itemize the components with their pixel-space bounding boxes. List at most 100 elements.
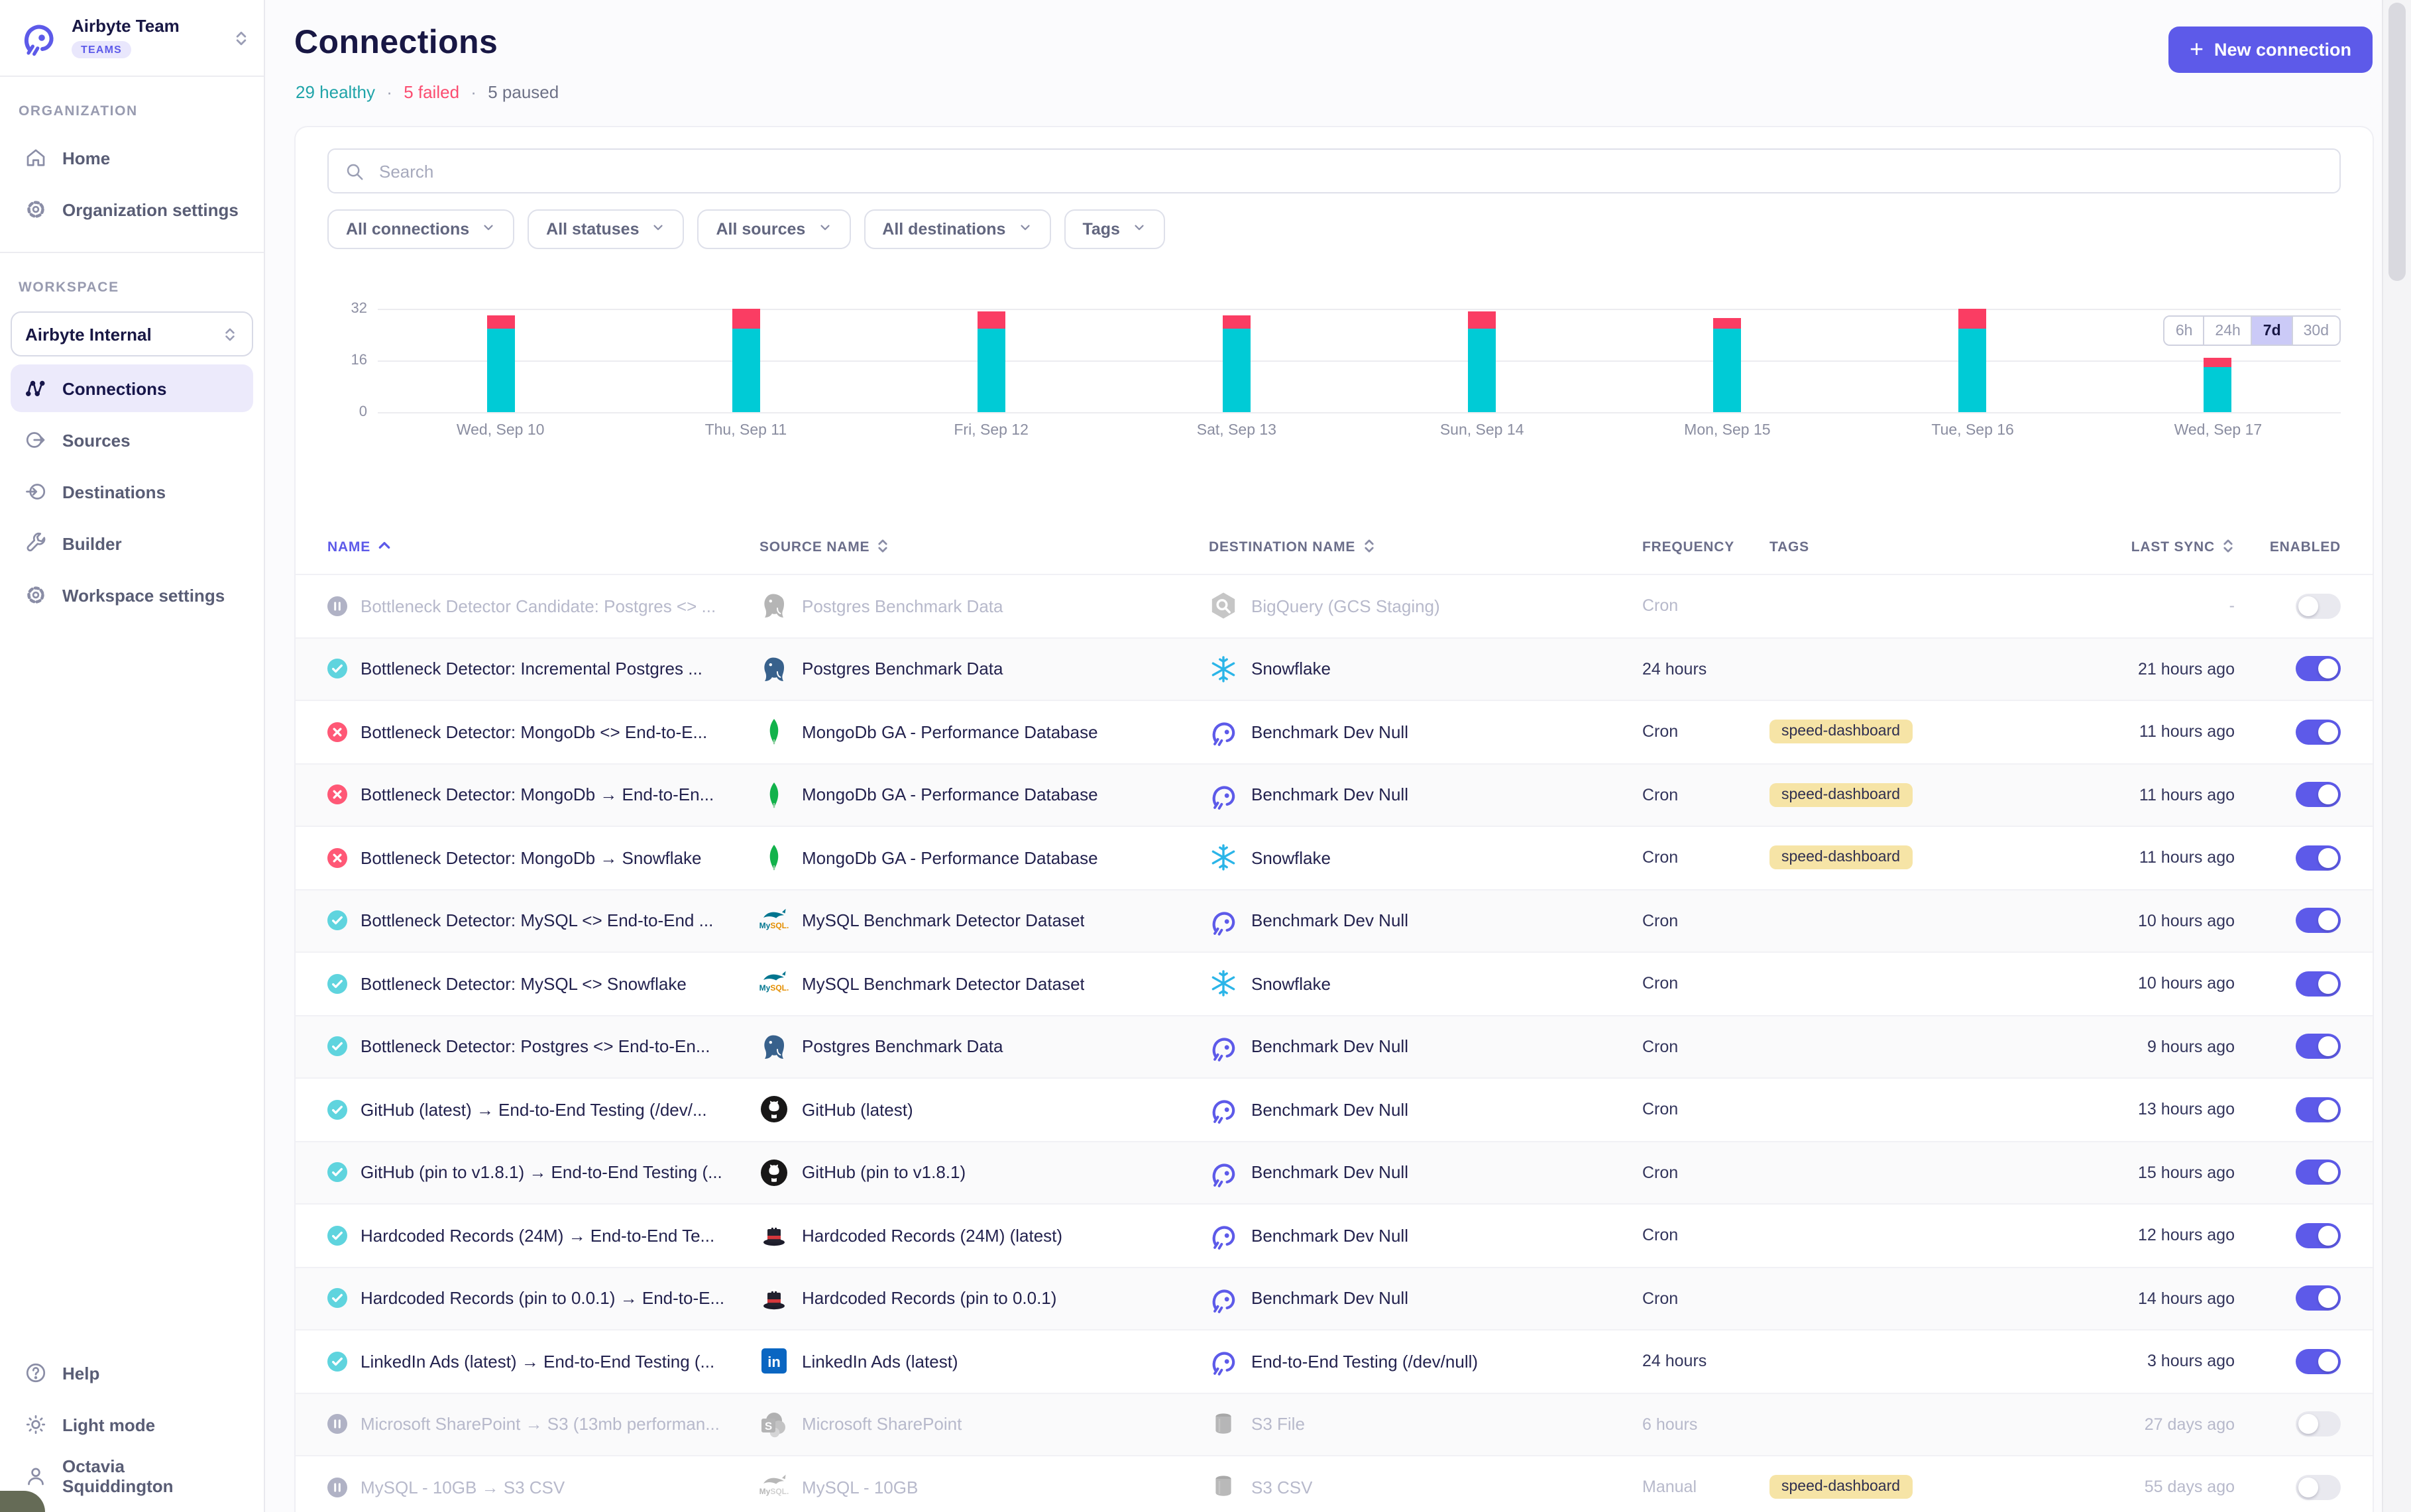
bigquery-icon	[1209, 592, 1238, 621]
last-sync-cell: 27 days ago	[2029, 1415, 2235, 1434]
github-icon	[759, 1158, 789, 1187]
source-cell: GitHub (pin to v1.8.1)	[759, 1158, 1209, 1187]
enabled-toggle[interactable]	[2296, 908, 2341, 934]
chevron-down-icon	[817, 220, 832, 239]
connection-row[interactable]: Bottleneck Detector: Postgres <> End-to-…	[296, 1014, 2373, 1077]
column-header-last_sync[interactable]: LAST SYNC	[2029, 537, 2235, 557]
name-cell: Bottleneck Detector Candidate: Postgres …	[327, 596, 759, 616]
enabled-toggle[interactable]	[2296, 1160, 2341, 1185]
sidebar-item-home[interactable]: Home	[11, 134, 253, 182]
svg-text:MySQL.: MySQL.	[759, 984, 789, 993]
enabled-toggle[interactable]	[2296, 1286, 2341, 1311]
search-input[interactable]	[376, 160, 2324, 182]
name-cell: Hardcoded Records (24M) → End-to-End Te.…	[327, 1226, 759, 1246]
enabled-toggle[interactable]	[2296, 1223, 2341, 1248]
filter-all-statuses[interactable]: All statuses	[528, 209, 684, 249]
workspace-selector[interactable]: Airbyte Internal	[11, 311, 253, 356]
source-cell: MongoDb GA - Performance Database	[759, 781, 1209, 810]
airbyte-icon	[1209, 781, 1238, 810]
source-cell: in LinkedIn Ads (latest)	[759, 1347, 1209, 1376]
connection-row[interactable]: GitHub (latest) → End-to-End Testing (/d…	[296, 1077, 2373, 1140]
connection-row[interactable]: GitHub (pin to v1.8.1) → End-to-End Test…	[296, 1140, 2373, 1203]
search-bar[interactable]	[327, 148, 2341, 193]
plus-icon: +	[2190, 36, 2204, 60]
scrollbar-thumb[interactable]	[2388, 3, 2406, 281]
enabled-toggle[interactable]	[2296, 1034, 2341, 1059]
sidebar-item-organization-settings[interactable]: Organization settings	[11, 186, 253, 233]
failed-count: 5 failed	[404, 82, 459, 102]
filter-all-destinations[interactable]: All destinations	[864, 209, 1050, 249]
enabled-cell	[2235, 1349, 2341, 1374]
sort-icon	[1362, 537, 1375, 557]
connection-name: Bottleneck Detector: MongoDb <> End-to-E…	[361, 722, 707, 742]
sidebar-item-label: Octavia Squiddington	[62, 1456, 240, 1496]
enabled-toggle[interactable]	[2296, 1349, 2341, 1374]
org-switcher[interactable]: Airbyte Team TEAMS	[0, 0, 264, 76]
sidebar-item-sources[interactable]: Sources	[11, 416, 253, 464]
enabled-toggle[interactable]	[2296, 783, 2341, 808]
enabled-cell	[2235, 720, 2341, 745]
source-cell: MongoDb GA - Performance Database	[759, 843, 1209, 873]
sidebar-item-builder[interactable]: Builder	[11, 519, 253, 567]
gridline	[378, 412, 2341, 413]
connection-row[interactable]: Hardcoded Records (24M) → End-to-End Te.…	[296, 1203, 2373, 1266]
sidebar-item-workspace-settings[interactable]: Workspace settings	[11, 571, 253, 619]
connection-row[interactable]: MySQL - 10GB → S3 CSV MySQL. MySQL - 10G…	[296, 1455, 2373, 1512]
x-axis-label: Wed, Sep 10	[457, 423, 545, 439]
connection-name: MySQL - 10GB → S3 CSV	[361, 1478, 565, 1497]
connection-row[interactable]: Bottleneck Detector: MongoDb → Snowflake…	[296, 826, 2373, 889]
sidebar-item-user[interactable]: Octavia Squiddington	[11, 1452, 253, 1500]
sidebar-item-label: Sources	[62, 430, 131, 450]
scrollbar-track[interactable]	[2382, 0, 2411, 1512]
connection-row[interactable]: Bottleneck Detector: MongoDb → End-to-En…	[296, 763, 2373, 826]
sort-icon	[876, 537, 889, 557]
connection-row[interactable]: Hardcoded Records (pin to 0.0.1) → End-t…	[296, 1266, 2373, 1329]
column-header-name[interactable]: NAME	[327, 539, 759, 555]
connection-row[interactable]: Bottleneck Detector: MongoDb <> End-to-E…	[296, 700, 2373, 763]
destination-name: BigQuery (GCS Staging)	[1251, 596, 1440, 616]
frequency-cell: Cron	[1642, 723, 1769, 741]
filter-all-connections[interactable]: All connections	[327, 209, 514, 249]
tags-cell: speed-dashboard	[1769, 783, 2029, 807]
airbyte-icon	[1209, 718, 1238, 747]
filter-all-sources[interactable]: All sources	[698, 209, 851, 249]
source-name: GitHub (pin to v1.8.1)	[802, 1163, 966, 1183]
status-healthy-icon	[327, 1352, 347, 1372]
enabled-cell	[2235, 1034, 2341, 1059]
connection-row[interactable]: LinkedIn Ads (latest) → End-to-End Testi…	[296, 1329, 2373, 1392]
enabled-toggle[interactable]	[2296, 971, 2341, 997]
destination-cell: Benchmark Dev Null	[1209, 718, 1642, 747]
gear-icon	[24, 197, 48, 221]
enabled-toggle[interactable]	[2296, 1412, 2341, 1437]
workspace-nav: Connections Sources Destinations Builder Wor…	[0, 364, 264, 619]
source-cell: Postgres Benchmark Data	[759, 1032, 1209, 1061]
connection-row[interactable]: Microsoft SharePoint → S3 (13mb performa…	[296, 1392, 2373, 1455]
connection-row[interactable]: Bottleneck Detector: Incremental Postgre…	[296, 637, 2373, 700]
enabled-toggle[interactable]	[2296, 594, 2341, 619]
sidebar-item-connections[interactable]: Connections	[11, 364, 253, 412]
connection-row[interactable]: Bottleneck Detector: MySQL <> Snowflake …	[296, 951, 2373, 1014]
enabled-toggle[interactable]	[2296, 720, 2341, 745]
x-axis-label: Sat, Sep 13	[1197, 423, 1276, 439]
column-header-destination[interactable]: DESTINATION NAME	[1209, 537, 1642, 557]
enabled-toggle[interactable]	[2296, 1475, 2341, 1500]
chart-plot: 32160Wed, Sep 10Thu, Sep 11Fri, Sep 12Sa…	[378, 309, 2341, 412]
sidebar-item-help[interactable]: Help	[11, 1349, 253, 1397]
source-name: LinkedIn Ads (latest)	[802, 1352, 958, 1372]
connection-row[interactable]: Bottleneck Detector Candidate: Postgres …	[296, 574, 2373, 637]
sidebar-item-label: Builder	[62, 533, 122, 553]
connection-name: Bottleneck Detector: Postgres <> End-to-…	[361, 1037, 710, 1057]
enabled-toggle[interactable]	[2296, 845, 2341, 871]
sync-history-chart: 6h24h7d30d 32160Wed, Sep 10Thu, Sep 11Fr…	[327, 309, 2341, 505]
new-connection-button[interactable]: + New connection	[2168, 27, 2373, 73]
succeeded-segment	[1713, 328, 1741, 412]
sidebar-item-destinations[interactable]: Destinations	[11, 468, 253, 515]
connection-name: Bottleneck Detector: MySQL <> End-to-End…	[361, 911, 713, 931]
snowflake-icon	[1209, 843, 1238, 873]
sidebar-item-light-mode[interactable]: Light mode	[11, 1401, 253, 1448]
enabled-toggle[interactable]	[2296, 657, 2341, 682]
enabled-toggle[interactable]	[2296, 1097, 2341, 1122]
column-header-source[interactable]: SOURCE NAME	[759, 537, 1209, 557]
connection-row[interactable]: Bottleneck Detector: MySQL <> End-to-End…	[296, 889, 2373, 951]
filter-tags[interactable]: Tags	[1064, 209, 1165, 249]
